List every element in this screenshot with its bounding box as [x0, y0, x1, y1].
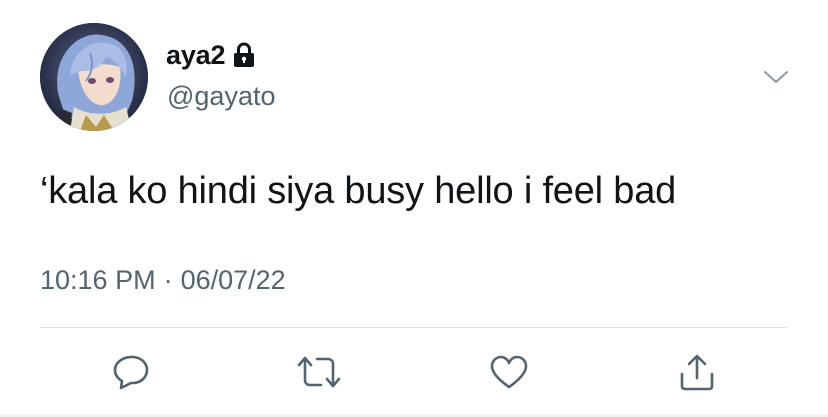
like-button[interactable] [486, 350, 532, 394]
lock-icon [233, 42, 255, 68]
retweet-button[interactable] [296, 350, 342, 394]
tweet-text: ‘kala ko hindi siya busy hello i feel ba… [40, 170, 677, 212]
share-button[interactable] [674, 350, 720, 394]
reply-button[interactable] [108, 350, 154, 394]
retweet-icon [297, 356, 341, 388]
like-icon [490, 355, 528, 389]
chevron-down-icon [764, 71, 788, 83]
more-options-button[interactable] [758, 62, 794, 92]
tweet-card: aya2 @gayato ‘kala ko hindi siya busy he… [0, 0, 828, 417]
display-name[interactable]: aya2 [166, 40, 225, 71]
user-handle[interactable]: @gayato [167, 81, 275, 112]
divider [40, 327, 788, 328]
meta-separator: · [163, 265, 173, 295]
tweet-date: 06/07/22 [180, 265, 286, 295]
tweet-timestamp[interactable]: 10:16 PM · 06/07/22 [40, 265, 286, 296]
avatar[interactable] [40, 23, 148, 131]
reply-icon [113, 355, 149, 390]
anime-character-avatar-icon [40, 23, 148, 131]
share-icon [680, 354, 714, 391]
display-name-row: aya2 [166, 40, 255, 71]
tweet-time: 10:16 PM [40, 265, 156, 295]
